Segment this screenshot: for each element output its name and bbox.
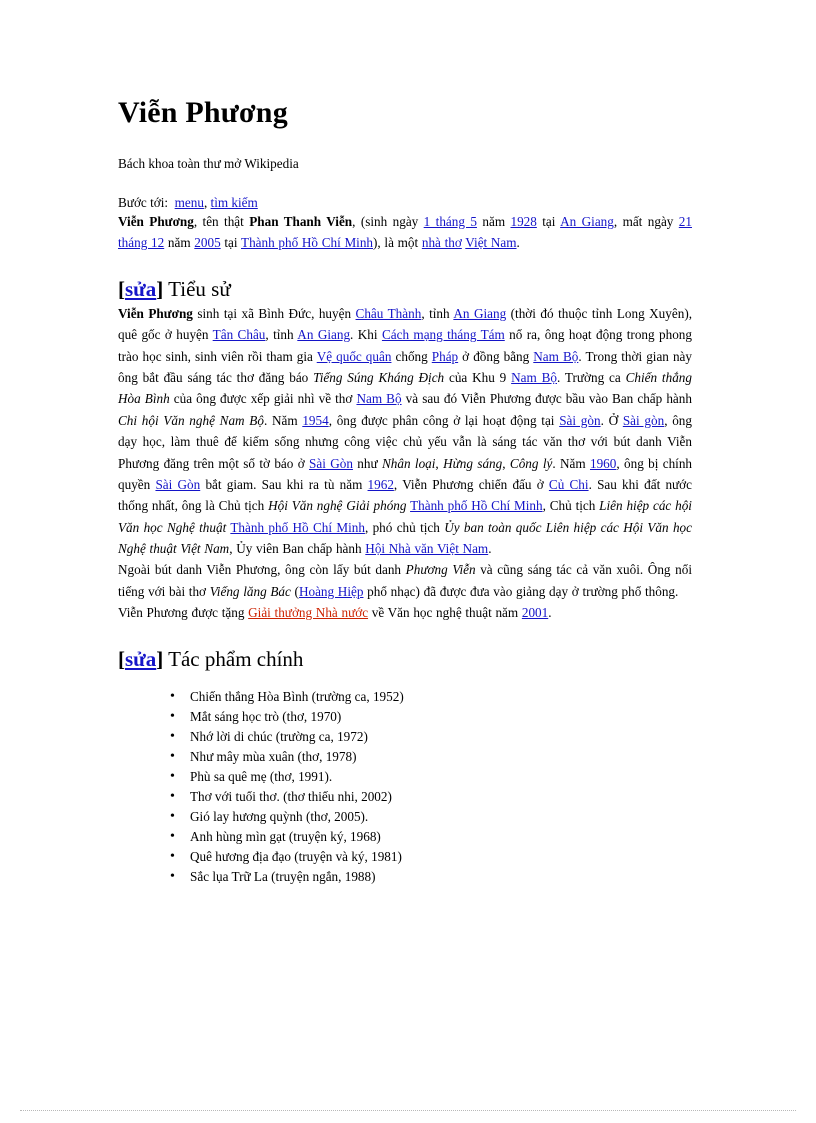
work-title-tieng-sung-khang-dich: Tiếng Súng Kháng Địch — [313, 370, 445, 386]
link-tan-chau[interactable]: Tân Châu — [213, 327, 266, 342]
newspaper-nhan-loai: Nhân loại — [381, 455, 436, 471]
subject-name: Viễn Phương — [118, 213, 194, 229]
link-occupation-poet[interactable]: nhà thơ — [422, 235, 462, 250]
list-item: Thơ với tuổi thơ. (thơ thiếu nhi, 2002) — [170, 786, 692, 807]
list-item: Gió lay hương quỳnh (thơ, 2005). — [170, 806, 692, 827]
link-hoi-nha-van-viet-nam[interactable]: Hội Nhà văn Việt Nam — [365, 541, 488, 556]
article-content: Viễn Phương Bách khoa toàn thư mở Wikipe… — [118, 96, 692, 888]
biography-paragraph: Viễn Phương sinh tại xã Bình Đức, huyện … — [118, 305, 693, 557]
list-item: Quê hương địa đạo (truyện và ký, 1981) — [170, 846, 692, 867]
list-item: Nhớ lời di chúc (trường ca, 1972) — [170, 726, 692, 747]
link-sai-gon-2[interactable]: Sài gòn — [623, 413, 664, 428]
jump-label: Bước tới: — [118, 194, 169, 210]
subject-real-name: Phan Thanh Viễn — [249, 213, 353, 229]
link-year-1960[interactable]: 1960 — [590, 456, 616, 471]
link-tphcm-2[interactable]: Thành phố Hồ Chí Minh — [230, 520, 365, 535]
pen-name-phuong-vien: Phương Viễn — [405, 562, 476, 578]
award-paragraph: Viễn Phương được tặng Giải thưởng Nhà nư… — [118, 605, 552, 621]
newspaper-cong-ly: Công lý — [509, 455, 553, 471]
poem-vieng-lang-bac: Viếng lăng Bác — [209, 583, 291, 599]
org-chi-hoi-van-nghe-nam-bo: Chi hội Văn nghệ Nam Bộ — [118, 412, 264, 428]
link-year-2001[interactable]: 2001 — [522, 605, 548, 620]
link-tphcm-1[interactable]: Thành phố Hồ Chí Minh — [410, 498, 543, 513]
works-list: Chiến thắng Hòa Bình (trường ca, 1952) M… — [118, 686, 692, 888]
org-hoi-van-nghe-giai-phong: Hội Văn nghệ Giải phóng — [268, 498, 407, 514]
edit-section-biography: [sửa] — [118, 276, 164, 301]
list-item: Sắc lụa Trữ La (truyện ngắn, 1988) — [170, 866, 692, 887]
link-birth-place[interactable]: An Giang — [560, 214, 614, 229]
link-giai-thuong-nha-nuoc[interactable]: Giải thưởng Nhà nước — [248, 605, 368, 620]
link-year-1962[interactable]: 1962 — [368, 477, 394, 492]
section-title-text: Tiểu sử — [163, 276, 231, 301]
link-sai-gon-1[interactable]: Sài gòn — [559, 413, 600, 428]
list-item: Phù sa quê mẹ (thơ, 1991). — [170, 766, 692, 787]
link-hoang-hiep[interactable]: Hoàng Hiệp — [299, 584, 364, 599]
intro-paragraph: Viễn Phương, tên thật Phan Thanh Viễn, (… — [118, 213, 692, 251]
list-item: Mắt sáng học trò (thơ, 1970) — [170, 706, 692, 727]
edit-link[interactable]: sửa — [125, 277, 156, 301]
footer-divider — [20, 1110, 796, 1112]
edit-section-works: [sửa] — [118, 646, 164, 671]
link-death-place[interactable]: Thành phố Hồ Chí Minh — [241, 235, 373, 250]
link-nam-bo-2[interactable]: Nam Bộ — [511, 370, 557, 385]
link-death-year[interactable]: 2005 — [194, 235, 220, 250]
link-year-1954[interactable]: 1954 — [302, 413, 328, 428]
jump-separator: , — [203, 194, 211, 210]
page-title: Viễn Phương — [118, 96, 288, 129]
section-heading-biography: [sửa] Tiểu sử — [118, 276, 692, 303]
document-page: Viễn Phương Bách khoa toàn thư mở Wikipe… — [0, 0, 816, 1123]
jump-to-nav: Bước tới: menu, tìm kiếm — [118, 194, 692, 211]
list-item: Như mây mùa xuân (thơ, 1978) — [170, 746, 692, 767]
link-phap[interactable]: Pháp — [432, 349, 458, 364]
link-sai-gon-3[interactable]: Sài Gòn — [309, 456, 353, 471]
pen-name-paragraph: Ngoài bút danh Viễn Phương, ông còn lấy … — [118, 562, 693, 599]
jump-link-search[interactable]: tìm kiếm — [211, 195, 258, 210]
link-nam-bo-3[interactable]: Nam Bộ — [356, 391, 401, 406]
link-chau-thanh[interactable]: Châu Thành — [356, 306, 422, 321]
section-title-text: Tác phẩm chính — [163, 646, 304, 671]
link-an-giang-1[interactable]: An Giang — [453, 306, 506, 321]
link-birth-date[interactable]: 1 tháng 5 — [424, 214, 477, 229]
site-tagline: Bách khoa toàn thư mở Wikipedia — [118, 155, 299, 171]
link-nam-bo-1[interactable]: Nam Bộ — [533, 349, 578, 364]
jump-link-menu[interactable]: menu — [175, 195, 204, 210]
link-country-vietnam[interactable]: Việt Nam — [465, 235, 516, 250]
link-birth-year[interactable]: 1928 — [510, 214, 536, 229]
link-cu-chi[interactable]: Củ Chi — [549, 477, 589, 492]
link-sai-gon-4[interactable]: Sài Gòn — [155, 477, 200, 492]
list-item: Chiến thắng Hòa Bình (trường ca, 1952) — [170, 686, 692, 707]
newspaper-hung-sang: Hừng sáng — [443, 455, 503, 471]
link-ve-quoc-quan[interactable]: Vệ quốc quân — [317, 349, 392, 364]
edit-link[interactable]: sửa — [125, 647, 156, 671]
section-heading-works: [sửa] Tác phẩm chính — [118, 646, 692, 673]
link-an-giang-2[interactable]: An Giang — [297, 327, 350, 342]
list-item: Anh hùng mìn gạt (truyện ký, 1968) — [170, 826, 692, 847]
link-cach-mang-thang-tam[interactable]: Cách mạng tháng Tám — [382, 327, 505, 342]
